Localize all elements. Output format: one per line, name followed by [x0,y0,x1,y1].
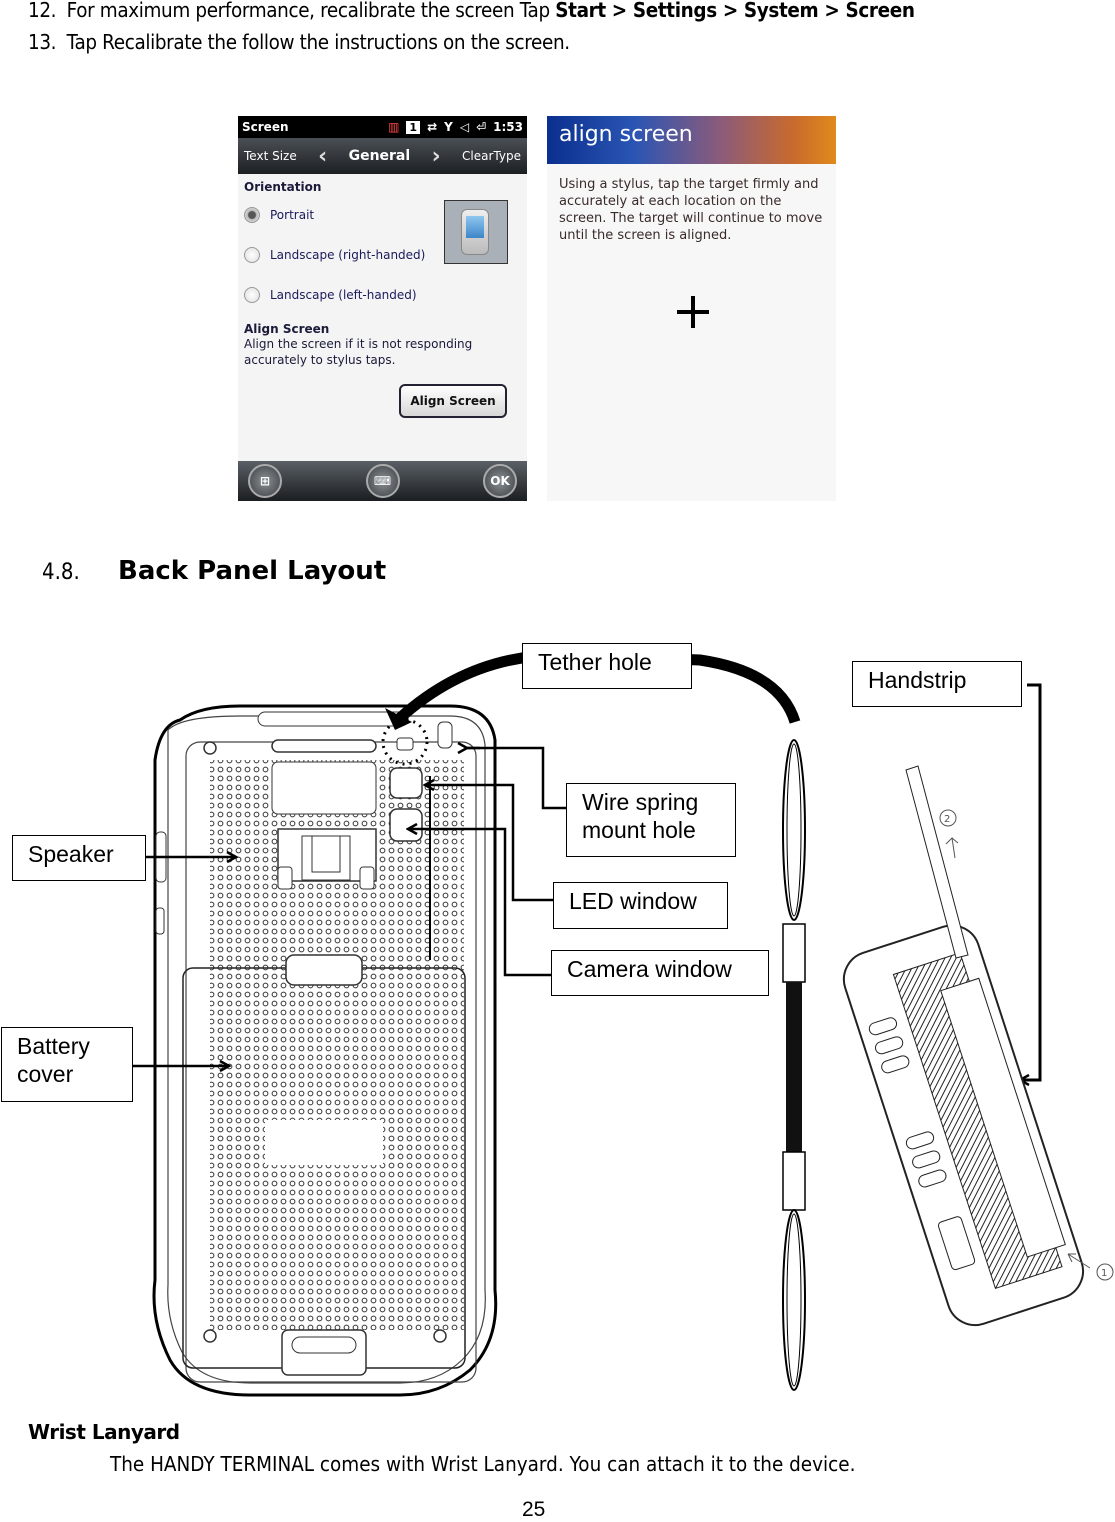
section-heading: 4.8. Back Panel Layout [42,556,387,586]
menu-path: Start > Settings > System > Screen [555,0,915,22]
svg-text:2: 2 [944,814,950,825]
label-handstrip: Handstrip [852,661,1022,707]
soft-key-bar: ⊞ ⌨ OK [238,461,527,501]
wrist-lanyard-text: The HANDY TERMINAL comes with Wrist Lany… [110,1452,856,1476]
label-speaker: Speaker [12,835,146,881]
settings-body: Orientation Portrait Landscape (right-ha… [238,174,527,466]
wrist-lanyard-heading: Wrist Lanyard [28,1420,180,1444]
page-number: 25 [522,1498,546,1521]
status-time: 1:53 [493,120,523,134]
power-icon: ⏎ [476,120,487,134]
align-screen-screenshot: align screen Using a stylus, tap the tar… [547,116,836,501]
status-bar: Screen ▥ 1 ⇄ Y ◁ ⏎ 1:53 [238,116,527,138]
crosshair-target-icon[interactable] [677,296,709,328]
label-camera-window: Camera window [551,950,769,996]
notification-badge: 1 [406,120,421,134]
chevron-right-icon[interactable]: › [432,144,441,169]
svg-text:1: 1 [1101,1268,1107,1279]
label-led-window: LED window [553,882,728,929]
windows-start-icon[interactable]: ⊞ [248,464,282,498]
radio-icon[interactable] [244,247,260,263]
signal-off-icon: Y [444,120,453,134]
speaker-muted-icon: ◁ [459,120,470,134]
orientation-header: Orientation [244,180,322,194]
window-title: Screen [242,120,289,134]
label-tether-hole: Tether hole [522,643,692,689]
sync-icon: ⇄ [427,120,438,134]
align-screen-button[interactable]: Align Screen [399,384,507,418]
device-back-view [152,704,498,1397]
device-side-view [842,924,1085,1327]
radio-landscape-left[interactable]: Landscape (left-handed) [244,286,521,304]
align-instructions: Using a stylus, tap the target firmly an… [559,177,823,243]
label-battery-cover: Battery cover [1,1027,133,1102]
step-12: 12. For maximum performance, recalibrate … [28,0,915,22]
tab-general[interactable]: General [349,148,411,164]
tab-text-size[interactable]: Text Size [244,149,297,163]
step-13: 13. Tap Recalibrate the follow the instru… [28,30,570,54]
label-wire-spring-mount-hole: Wire spring mount hole [566,783,736,857]
chevron-left-icon[interactable]: ‹ [318,144,327,169]
leader-handstrip [1020,683,1042,1080]
battery-icon: ▥ [388,120,400,134]
keyboard-icon[interactable]: ⌨ [365,464,400,498]
radio-icon[interactable] [244,287,260,303]
align-screen-title: align screen [547,116,836,164]
back-panel-diagram: 2 1 [132,649,1114,1397]
tab-cleartype[interactable]: ClearType [462,149,521,163]
device-orientation-icon [444,200,508,264]
wrist-lanyard-drawing [782,739,806,1391]
align-screen-header: Align Screen [244,322,330,336]
ok-button[interactable]: OK [483,464,517,498]
align-screen-description: Align the screen if it is not responding… [244,337,473,367]
radio-selected-icon[interactable] [244,207,260,223]
screen-settings-screenshot: Screen ▥ 1 ⇄ Y ◁ ⏎ 1:53 Text Size ‹ Gene… [238,116,527,501]
settings-tabs: Text Size ‹ General › ClearType [238,138,527,174]
